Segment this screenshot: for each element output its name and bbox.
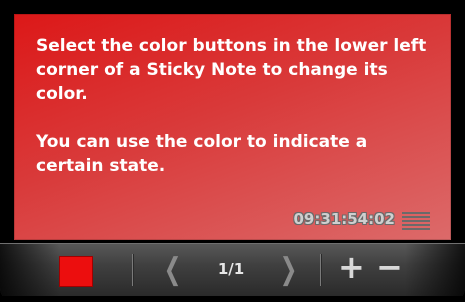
- next-note-button[interactable]: ❯: [280, 252, 298, 287]
- hamburger-icon[interactable]: [402, 212, 430, 234]
- timestamp: 09:31:54:02: [293, 210, 396, 228]
- previous-note-button[interactable]: ❮: [164, 252, 182, 287]
- remove-note-button[interactable]: −: [376, 248, 403, 286]
- page-indicator: 1/1: [217, 260, 245, 278]
- add-note-button[interactable]: +: [338, 248, 365, 286]
- color-button[interactable]: [59, 256, 93, 287]
- note-paragraph: You can use the color to indicate a cert…: [36, 132, 368, 176]
- toolbar-divider: [132, 254, 133, 286]
- toolbar-divider: [320, 254, 321, 286]
- sticky-note-widget: Select the color buttons in the lower le…: [0, 0, 465, 302]
- sticky-note[interactable]: Select the color buttons in the lower le…: [14, 14, 451, 240]
- note-text[interactable]: Select the color buttons in the lower le…: [36, 34, 436, 202]
- note-paragraph: Select the color buttons in the lower le…: [36, 36, 427, 104]
- toolbar: ❮ 1/1 ❯ + −: [0, 243, 465, 296]
